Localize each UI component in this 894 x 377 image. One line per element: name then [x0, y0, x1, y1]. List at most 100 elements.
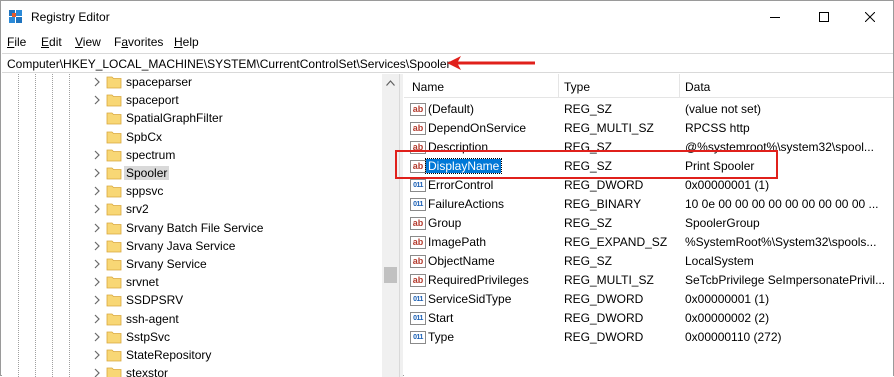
value-name: ErrorControl [428, 178, 494, 192]
chevron-right-icon[interactable] [92, 94, 102, 106]
value-row[interactable]: 011 Start REG_DWORD 0x00000002 (2) [404, 309, 893, 328]
tree-item[interactable]: spaceport [92, 91, 382, 109]
tree-item[interactable]: Srvany Batch File Service [92, 219, 382, 237]
tree-item[interactable]: Srvany Service [92, 255, 382, 273]
tree-item-label: srv2 [126, 202, 149, 217]
column-header-data[interactable]: Data [685, 80, 710, 94]
close-button[interactable] [847, 1, 893, 32]
minimize-button[interactable] [752, 1, 798, 32]
menu-edit-label: dit [49, 35, 62, 49]
chevron-right-icon[interactable] [92, 258, 102, 270]
tree-item[interactable]: sppsvc [92, 182, 382, 200]
title-bar[interactable]: Registry Editor [1, 1, 893, 32]
annotation-arrow-icon [447, 56, 535, 70]
menu-help[interactable]: Help [174, 35, 199, 49]
folder-icon [106, 367, 122, 377]
chevron-right-icon[interactable] [92, 331, 102, 343]
value-type: REG_SZ [564, 102, 613, 116]
value-row[interactable]: ab ImagePath REG_EXPAND_SZ %SystemRoot%\Sys… [404, 233, 893, 252]
tree-item[interactable]: spaceparser [92, 74, 382, 91]
menu-help-label: elp [182, 35, 199, 49]
chevron-right-icon[interactable] [92, 185, 102, 197]
tree-item-label: sppsvc [126, 184, 164, 199]
tree-item[interactable]: spectrum [92, 146, 382, 164]
value-type: REG_MULTI_SZ [564, 121, 654, 135]
pane-splitter[interactable] [399, 74, 403, 377]
folder-icon [106, 203, 122, 216]
tree-guide-lines [18, 74, 70, 377]
window-title: Registry Editor [31, 10, 110, 24]
value-row[interactable]: ab Group REG_SZ SpoolerGroup [404, 214, 893, 233]
value-row[interactable]: ab RequiredPrivileges REG_MULTI_SZ SeTcbPri… [404, 271, 893, 290]
folder-icon [106, 349, 122, 362]
menu-help-accel: H [174, 35, 183, 49]
tree-item-label: Spooler [124, 166, 170, 180]
maximize-button[interactable] [801, 1, 847, 32]
menu-edit[interactable]: Edit [41, 35, 62, 49]
value-type: REG_EXPAND_SZ [564, 235, 668, 249]
scrollbar-thumb[interactable] [384, 267, 397, 283]
menu-file[interactable]: File [7, 35, 26, 49]
chevron-right-icon[interactable] [92, 149, 102, 161]
tree-item[interactable]: srvnet [92, 273, 382, 291]
tree-item[interactable]: SSDPSRV [92, 291, 382, 309]
value-name: DependOnService [428, 121, 527, 135]
tree-item-label: Srvany Batch File Service [126, 220, 264, 235]
value-type: REG_DWORD [564, 330, 644, 344]
chevron-right-icon[interactable] [92, 203, 102, 215]
column-divider[interactable] [558, 74, 559, 98]
tree-item[interactable]: SstpSvc [92, 328, 382, 346]
menu-favorites[interactable]: Favorites [114, 35, 163, 49]
value-data: 0x00000110 (272) [685, 330, 782, 344]
tree-scrollbar[interactable] [382, 74, 399, 377]
tree-item[interactable]: SpatialGraphFilter [92, 109, 382, 127]
tree-item[interactable]: ssh-agent [92, 310, 382, 328]
value-name: ObjectName [428, 254, 495, 268]
value-name: Group [428, 216, 462, 230]
tree-item[interactable]: srv2 [92, 200, 382, 218]
values-list[interactable]: Name Type Data ab (Default) REG_SZ (value n… [404, 74, 893, 377]
value-type: REG_SZ [564, 216, 613, 230]
chevron-right-icon[interactable] [92, 294, 102, 306]
value-row[interactable]: 011 FailureActions REG_BINARY 10 0e 00 00 0… [404, 195, 893, 214]
chevron-right-icon[interactable] [92, 167, 102, 179]
chevron-right-icon[interactable] [92, 313, 102, 325]
column-header-type[interactable]: Type [564, 80, 590, 94]
key-tree[interactable]: spaceparser spaceport SpatialGraphFilter Sp… [2, 74, 398, 377]
value-row[interactable]: ab (Default) REG_SZ (value not set) [404, 100, 893, 119]
folder-icon [106, 276, 122, 289]
string-value-icon: ab [410, 236, 426, 249]
tree-item[interactable]: Srvany Java Service [92, 237, 382, 255]
scroll-up-button[interactable] [382, 74, 399, 91]
binary-value-icon: 011 [410, 198, 426, 211]
folder-icon [106, 258, 122, 271]
menu-view[interactable]: View [75, 35, 101, 49]
value-type: REG_BINARY [564, 197, 642, 211]
chevron-right-icon[interactable] [92, 222, 102, 234]
tree-item-label: SpbCx [126, 129, 163, 144]
value-row[interactable]: ab DependOnService REG_MULTI_SZ RPCSS http [404, 119, 893, 138]
value-row[interactable]: 011 Type REG_DWORD 0x00000110 (272) [404, 328, 893, 347]
tree-item-label: stexstor [126, 366, 169, 377]
value-data: RPCSS http [685, 121, 750, 135]
value-row[interactable]: ab ObjectName REG_SZ LocalSystem [404, 252, 893, 271]
menu-favorites-label: vorites [128, 35, 164, 49]
tree-item[interactable]: Spooler [92, 164, 382, 182]
folder-icon [106, 331, 122, 344]
chevron-right-icon[interactable] [92, 276, 102, 288]
folder-icon [106, 131, 122, 143]
value-data: (value not set) [685, 102, 762, 116]
chevron-right-icon[interactable] [92, 240, 102, 252]
value-data: SeTcbPrivilege SeImpersonatePrivil... [685, 273, 886, 287]
chevron-right-icon[interactable] [92, 349, 102, 361]
chevron-right-icon[interactable] [92, 76, 102, 88]
value-row[interactable]: 011 ServiceSidType REG_DWORD 0x00000001 (1) [404, 290, 893, 309]
column-header-name[interactable]: Name [412, 80, 444, 94]
maximize-icon [819, 11, 829, 22]
address-path[interactable]: Computer\HKEY_LOCAL_MACHINE\SYSTEM\Curre… [7, 57, 451, 71]
tree-item[interactable]: SpbCx [92, 128, 382, 146]
value-type: REG_DWORD [564, 311, 644, 325]
tree-item[interactable]: stexstor [92, 364, 382, 377]
column-divider[interactable] [679, 74, 680, 98]
tree-item[interactable]: StateRepository [92, 346, 382, 364]
